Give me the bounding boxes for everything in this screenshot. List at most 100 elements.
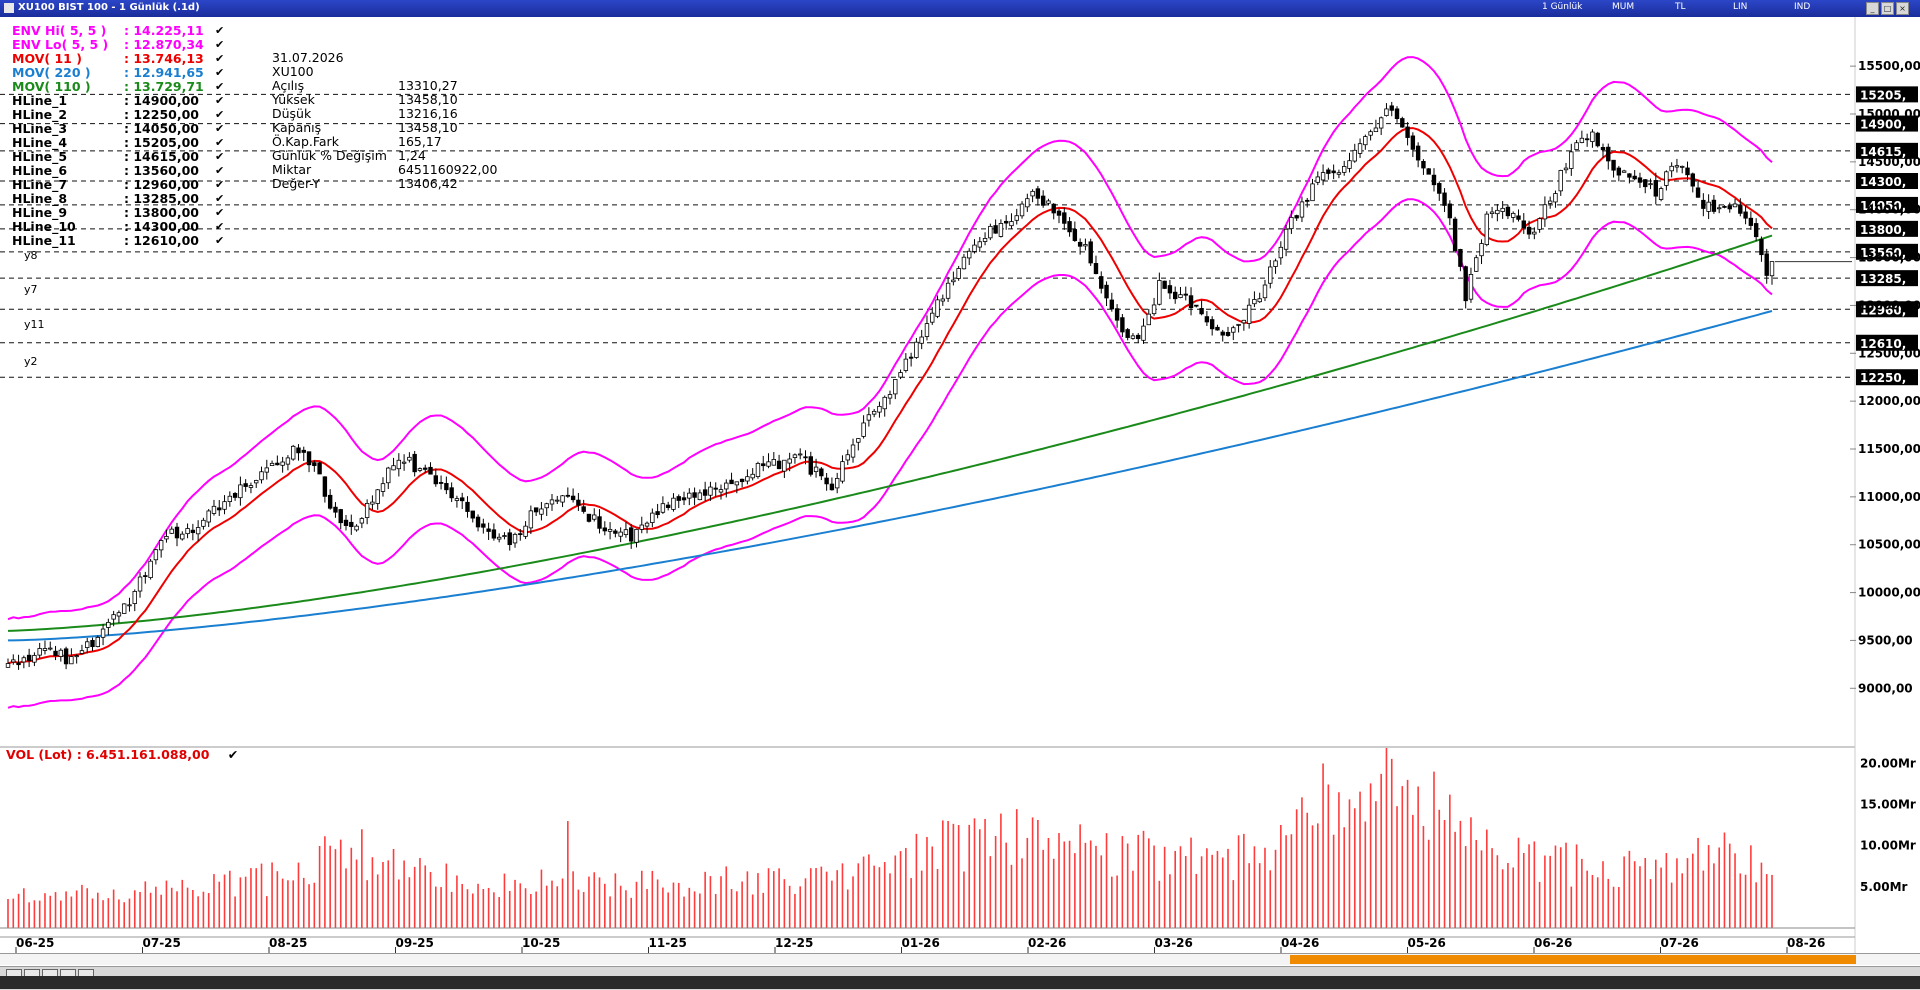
price-tick-label: 11500,00 [1858, 442, 1920, 456]
candle-body [201, 519, 206, 527]
candle-body [1009, 221, 1014, 227]
date-tick-label: 01-26 [902, 936, 940, 950]
checkmark-icon[interactable]: ✔ [215, 234, 224, 248]
legend-row[interactable]: HLine_10: 14300,00 ✔ [12, 220, 224, 234]
candle-body [1447, 203, 1453, 219]
close-icon[interactable]: × [1896, 2, 1909, 15]
candle-body [1257, 298, 1262, 303]
legend-row[interactable]: HLine_1: 14900,00 ✔ [12, 94, 224, 108]
checkmark-icon[interactable]: ✔ [215, 220, 224, 234]
checkmark-icon[interactable]: ✔ [215, 122, 224, 136]
candle-body [1151, 304, 1157, 315]
candle-body [275, 462, 280, 466]
candle-body [1421, 160, 1426, 169]
indicator-button[interactable]: IND [1794, 2, 1810, 12]
candle-body [528, 510, 534, 529]
candle-mode-button[interactable]: MUM [1612, 2, 1634, 12]
app-icon [4, 3, 14, 13]
checkmark-icon[interactable]: ✔ [215, 38, 224, 52]
checkmark-icon[interactable]: ✔ [215, 94, 224, 108]
candle-body [280, 461, 285, 466]
legend-value: : 13.746,13 [124, 51, 204, 66]
candle-body [343, 519, 349, 526]
linear-scale-button[interactable]: LIN [1733, 2, 1747, 12]
candle-body [1188, 295, 1194, 309]
checkmark-icon[interactable]: ✔ [215, 108, 224, 122]
date-tick-label: 05-26 [1408, 936, 1446, 950]
candle-body [1136, 334, 1141, 340]
ohlc-date: 31.07.2026 [272, 50, 344, 65]
candle-body [718, 489, 724, 493]
ohlc-value: 1,24 [398, 148, 426, 163]
legend-row[interactable]: HLine_7: 12960,00 ✔ [12, 178, 224, 192]
legend-row[interactable]: HLine_5: 14615,00 ✔ [12, 150, 224, 164]
checkmark-icon[interactable]: ✔ [215, 136, 224, 150]
checkmark-icon[interactable]: ✔ [215, 178, 224, 192]
date-tick-label: 06-26 [1534, 936, 1572, 950]
date-tick-label: 12-25 [775, 936, 813, 950]
legend-row[interactable]: MOV( 11 ): 13.746,13 ✔ [12, 52, 224, 66]
candle-body [386, 467, 391, 484]
candle-body [1569, 151, 1574, 169]
maximize-icon[interactable]: □ [1881, 2, 1894, 15]
legend-value: : 14.225,11 [124, 23, 204, 38]
checkmark-icon[interactable]: ✔ [215, 24, 224, 38]
legend-name: ENV Lo( 5, 5 ) [12, 37, 109, 52]
candle-body [396, 459, 402, 470]
scrollbar-thumb[interactable] [1290, 955, 1856, 964]
candle-body [85, 641, 90, 648]
legend-row[interactable]: HLine_2: 12250,00 ✔ [12, 108, 224, 122]
candle-body [1389, 105, 1394, 111]
legend-name: HLine_4 [12, 135, 68, 150]
candle-body [798, 453, 803, 456]
candle-body [1542, 204, 1548, 220]
candle-body [222, 501, 227, 510]
candle-body [349, 521, 354, 527]
legend-row[interactable]: HLine_11: 12610,00 ✔ [12, 234, 224, 248]
checkmark-icon[interactable]: ✔ [215, 164, 224, 178]
horizontal-scrollbar[interactable] [0, 953, 1920, 965]
candle-body [1606, 146, 1611, 162]
candle-body [1299, 201, 1305, 218]
candle-body [755, 463, 761, 477]
currency-button[interactable]: TL [1675, 2, 1686, 12]
candle-body [53, 650, 58, 656]
checkmark-icon[interactable]: ✔ [215, 192, 224, 206]
candle-body [48, 647, 53, 650]
candle-body [1547, 200, 1553, 204]
checkmark-icon[interactable]: ✔ [215, 150, 224, 164]
legend-row[interactable]: MOV( 110 ): 13.729,71 ✔ [12, 80, 224, 94]
legend-row[interactable]: HLine_6: 13560,00 ✔ [12, 163, 224, 178]
period-selector[interactable]: 1 Günlük [1542, 2, 1582, 12]
candle-body [1347, 160, 1352, 169]
candle-body [1579, 137, 1585, 143]
checkmark-icon[interactable]: ✔ [215, 66, 224, 80]
checkmark-icon[interactable]: ✔ [215, 52, 224, 66]
candle-body [143, 575, 148, 577]
candle-body [697, 492, 703, 501]
candle-body [16, 662, 21, 666]
legend-name: HLine_6 [12, 163, 68, 178]
checkmark-icon[interactable]: ✔ [215, 206, 224, 220]
legend-row[interactable]: HLine_3: 14050,00 ✔ [12, 122, 224, 136]
legend-row[interactable]: ENV Lo( 5, 5 ): 12.870,34 ✔ [12, 37, 224, 52]
candle-body [1077, 241, 1083, 247]
ohlc-label: Ö.Kap.Fark [272, 134, 339, 149]
candle-body [1326, 169, 1331, 174]
legend-row[interactable]: ENV Hi( 5, 5 ): 14.225,11 ✔ [12, 24, 224, 38]
minimize-icon[interactable]: _ [1866, 2, 1879, 15]
candle-body [1595, 132, 1600, 147]
checkmark-icon[interactable]: ✔ [228, 747, 238, 762]
legend-row[interactable]: HLine_8: 13285,00 ✔ [12, 192, 224, 206]
candle-body [106, 621, 111, 628]
candle-body [5, 663, 11, 668]
legend-row[interactable]: HLine_4: 15205,00 ✔ [12, 135, 224, 150]
candle-body [982, 238, 988, 242]
candle-body [533, 507, 539, 513]
legend-row[interactable]: MOV( 220 ): 12.941,65 ✔ [12, 66, 224, 80]
checkmark-icon[interactable]: ✔ [215, 80, 224, 94]
legend-row[interactable]: HLine_9: 13800,00 ✔ [12, 206, 224, 220]
candle-body [644, 522, 650, 527]
candle-body [301, 449, 306, 453]
candle-body [1268, 266, 1273, 284]
